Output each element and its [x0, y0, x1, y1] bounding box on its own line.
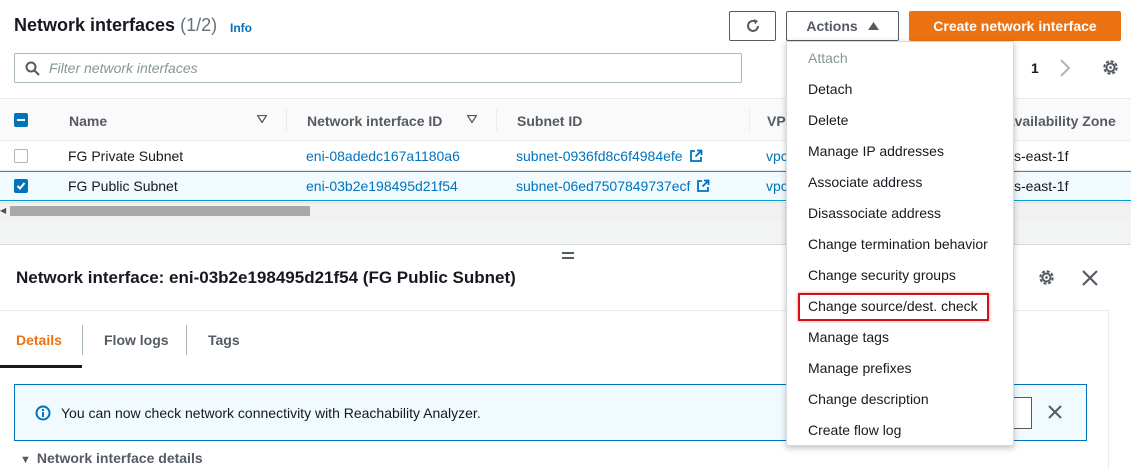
close-icon[interactable] [1080, 268, 1100, 288]
column-header-availability-zone[interactable]: Availability Zone [1005, 113, 1116, 129]
gear-icon[interactable] [1101, 58, 1120, 77]
tab-details[interactable]: Details [16, 332, 62, 348]
search-icon [25, 61, 40, 76]
menu-item-change-description[interactable]: Change description [808, 391, 929, 407]
az-header-text: Availability Zone [1005, 113, 1116, 129]
refresh-button[interactable] [729, 11, 776, 41]
row-checkbox[interactable] [14, 179, 28, 193]
subnet-id-text: subnet-06ed7507849737ecf [516, 178, 691, 194]
section-heading-text: Network interface details [36, 450, 203, 466]
menu-item-change-source-dest-check[interactable]: Change source/dest. check [808, 298, 978, 314]
row-az: s-east-1f [1014, 178, 1069, 194]
filter-input[interactable] [49, 54, 729, 82]
caret-up-icon [867, 22, 879, 30]
current-page-number[interactable]: 1 [1031, 60, 1039, 76]
menu-item-attach: Attach [808, 50, 848, 66]
column-header-name[interactable]: Name [69, 113, 107, 129]
actions-button[interactable]: Actions [786, 11, 899, 41]
scroll-left-icon[interactable]: ◀ [0, 206, 6, 215]
page-title-text: Network interfaces [14, 15, 176, 35]
row-checkbox[interactable] [14, 149, 28, 163]
menu-item-change-security-groups[interactable]: Change security groups [808, 267, 956, 283]
row-subnet-id-link[interactable]: subnet-06ed7507849737ecf [516, 178, 710, 194]
row-eni-id-link[interactable]: eni-03b2e198495d21f54 [306, 178, 458, 194]
info-link[interactable]: Info [230, 21, 252, 35]
network-interface-details-section[interactable]: ▼ Network interface details [20, 450, 203, 466]
active-tab-indicator [0, 365, 82, 368]
select-all-checkbox[interactable] [14, 113, 28, 127]
create-network-interface-button[interactable]: Create network interface [909, 11, 1121, 41]
subnet-id-text: subnet-0936fd8c6f4984efe [516, 148, 683, 164]
row-subnet-id-link[interactable]: subnet-0936fd8c6f4984efe [516, 148, 703, 164]
row-vpc-link[interactable]: vpc [766, 178, 788, 194]
gear-icon[interactable] [1037, 268, 1056, 287]
detail-panel-title: Network interface: eni-03b2e198495d21f54… [16, 268, 516, 287]
alert-message: You can now check network connectivity w… [61, 405, 481, 421]
row-vpc-link[interactable]: vpc [766, 148, 788, 164]
sort-icon[interactable] [467, 115, 477, 123]
row-name: FG Public Subnet [68, 178, 178, 194]
resize-handle-icon[interactable] [562, 252, 574, 262]
tab-flow-logs[interactable]: Flow logs [104, 332, 169, 348]
selection-count: (1/2) [180, 15, 218, 35]
menu-item-associate-address[interactable]: Associate address [808, 174, 922, 190]
caret-down-icon: ▼ [20, 454, 31, 466]
sort-icon[interactable] [257, 115, 267, 123]
external-link-icon [697, 179, 710, 192]
external-link-icon [689, 149, 702, 162]
row-name: FG Private Subnet [68, 148, 184, 164]
scrollbar-thumb[interactable] [10, 206, 310, 216]
close-icon[interactable] [1047, 404, 1063, 420]
info-circle-icon [35, 405, 51, 421]
menu-item-manage-tags[interactable]: Manage tags [808, 329, 889, 345]
menu-item-manage-ip-addresses[interactable]: Manage IP addresses [808, 143, 944, 159]
actions-dropdown-menu: Attach Detach Delete Manage IP addresses… [786, 41, 1014, 446]
actions-button-label: Actions [806, 18, 858, 34]
row-eni-id-link[interactable]: eni-08adedc167a1180a6 [306, 148, 460, 164]
filter-box [14, 53, 742, 83]
menu-item-detach[interactable]: Detach [808, 81, 852, 97]
menu-item-delete[interactable]: Delete [808, 112, 848, 128]
menu-item-change-termination-behavior[interactable]: Change termination behavior [808, 236, 988, 252]
row-az: s-east-1f [1014, 148, 1069, 164]
menu-item-create-flow-log[interactable]: Create flow log [808, 422, 901, 438]
chevron-right-icon[interactable] [1058, 58, 1072, 78]
refresh-icon [746, 19, 759, 32]
column-header-subnet-id[interactable]: Subnet ID [517, 113, 582, 129]
page-title: Network interfaces (1/2) [14, 15, 217, 36]
menu-item-manage-prefixes[interactable]: Manage prefixes [808, 360, 912, 376]
column-header-eni-id[interactable]: Network interface ID [307, 113, 442, 129]
menu-item-disassociate-address[interactable]: Disassociate address [808, 205, 941, 221]
tab-tags[interactable]: Tags [208, 332, 240, 348]
checkmark-icon [16, 182, 26, 190]
